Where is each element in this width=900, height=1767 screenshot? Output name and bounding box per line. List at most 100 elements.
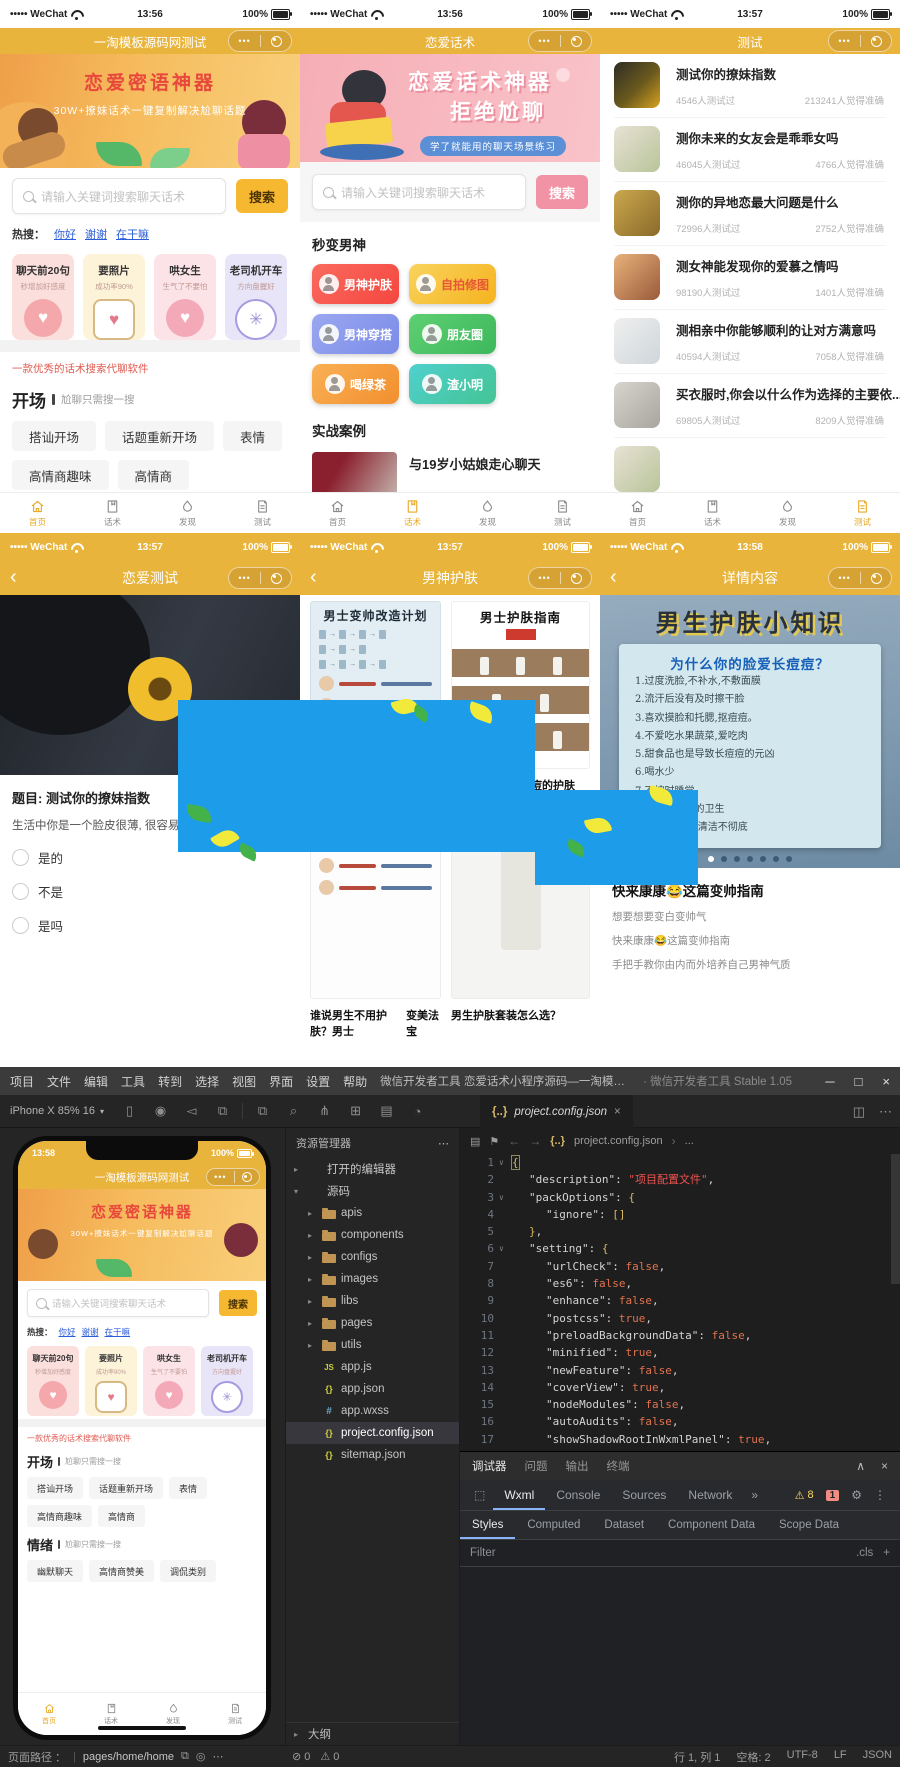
more-actions-icon[interactable]: ⋯ [879,1104,892,1120]
wechat-capsule[interactable]: ••• [828,567,892,589]
topic-button[interactable]: 高情商 [98,1505,146,1527]
tree-row[interactable]: app.json [286,1378,459,1400]
fold-icon[interactable] [499,1327,512,1344]
path-more-icon[interactable]: ⋯ [213,1750,224,1763]
tab-item[interactable]: 首页 [600,493,675,533]
simulator-screen[interactable]: 13:58 100% 一淘模板源码网测试 ••• 恋爱密语神器 30W+撩妹话术… [18,1141,266,1735]
panel-tab-output[interactable]: 输出 [566,1458,589,1474]
search-icon[interactable]: ⌕ [278,1103,309,1119]
tree-row[interactable]: ▸ utils [286,1334,459,1356]
outline-icon[interactable]: ▤ [470,1135,480,1148]
save-icon[interactable]: ▤ [371,1103,402,1119]
test-list-item[interactable]: 测相亲中你能够顺利的让对方满意吗 40594人测试过 7058人觉得准确 [614,310,886,374]
topic-button[interactable]: 高情商 [117,460,190,490]
outline-section[interactable]: ▸ 大纲 [286,1722,459,1745]
close-icon[interactable]: × [881,1459,888,1473]
radio-icon[interactable] [12,849,29,866]
collapse-icon[interactable]: ∧ [856,1459,865,1473]
tab-styles[interactable]: Styles [460,1511,515,1539]
topic-button[interactable]: 高情商赞美 [89,1560,155,1582]
category-card[interactable]: 要照片 成功率90% [83,254,145,340]
hot-keyword-link[interactable]: 谢谢 [85,226,107,242]
encoding[interactable]: UTF-8 [787,1749,818,1765]
breadcrumb-file[interactable]: project.config.json [574,1135,663,1147]
fold-icon[interactable] [499,1344,512,1361]
test-list-item[interactable]: 买衣服时,你会以什么作为选择的主要依... 69805人测试过 8209人觉得准… [614,374,900,438]
page-path-value[interactable]: pages/home/home [83,1751,174,1763]
wechat-capsule[interactable]: ••• [528,30,592,52]
category-card[interactable]: 老司机开车 方向盘握好 [201,1346,253,1416]
fold-icon[interactable] [499,1379,512,1396]
tab-item[interactable]: 测试 [204,1693,266,1735]
carousel-dot[interactable] [747,856,753,862]
huashu-banner[interactable]: 恋爱话术神器 拒绝尬聊 学了就能用的聊天场景练习 [300,54,600,162]
fold-icon[interactable]: ∨ [499,1154,512,1171]
fold-icon[interactable] [499,1310,512,1327]
fold-icon[interactable]: ∨ [499,1240,512,1257]
test-list-item[interactable]: 测你未来的女友会是乖乖女吗 46045人测试过 4766人觉得准确 [614,118,886,182]
carousel-dot[interactable] [734,856,740,862]
tree-row[interactable]: ▸ libs [286,1290,459,1312]
category-card[interactable]: 要照片 成功率90% [85,1346,137,1416]
more-tabs-icon[interactable]: » [743,1488,766,1502]
explorer-more-icon[interactable]: ⋯ [438,1137,449,1150]
tree-row[interactable]: ▸ 打开的编辑器 [286,1158,459,1180]
breadcrumb-more[interactable]: ... [685,1135,694,1147]
tab-item[interactable]: 测试 [525,493,600,533]
clipboard-icon[interactable]: ⧉ [247,1103,278,1119]
indentation[interactable]: 空格: 2 [736,1749,770,1765]
search-button[interactable]: 搜索 [219,1290,257,1316]
editor-tab[interactable]: {..} project.config.json × [480,1095,633,1128]
tab-console[interactable]: Console [545,1480,611,1510]
tab-item[interactable]: 首页 [300,493,375,533]
wechat-capsule[interactable]: ••• [828,30,892,52]
category-card[interactable]: 老司机开车 方向盘握好 [225,254,287,340]
carousel-dot[interactable] [760,856,766,862]
tab-item[interactable]: 测试 [225,493,300,533]
tab-component-data[interactable]: Component Data [656,1511,767,1539]
tab-item[interactable]: 话术 [375,493,450,533]
menu-item[interactable]: 界面 [269,1073,293,1090]
menu-item[interactable]: 文件 [47,1073,71,1090]
fold-icon[interactable] [499,1292,512,1309]
hot-keyword-link[interactable]: 在干嘛 [105,1326,131,1338]
wechat-capsule[interactable]: ••• [228,30,292,52]
topic-button[interactable]: 表情 [223,421,283,451]
search-input[interactable]: 请输入关键词搜索聊天话术 [27,1289,209,1317]
error-badge[interactable]: 1 [825,1489,840,1501]
tab-sources[interactable]: Sources [611,1480,677,1510]
fold-icon[interactable] [499,1275,512,1292]
nav-forward-icon[interactable]: → [529,1134,541,1148]
search-input[interactable]: 请输入关键词搜索聊天话术 [12,178,226,214]
language-mode[interactable]: JSON [863,1749,892,1765]
back-icon[interactable]: ‹ [10,567,17,587]
article-caption[interactable]: 谁说男生不用护肤？男士 变美法宝 [310,1007,441,1039]
menu-item[interactable]: 帮助 [343,1073,367,1090]
fold-icon[interactable] [499,1431,512,1448]
test-list-item[interactable]: 测女神能发现你的爱慕之情吗 98190人测试过 1401人觉得准确 [614,246,886,310]
tree-row[interactable]: ▸ apis [286,1202,459,1224]
problems-summary[interactable]: ⊘ 0 ⚠ 0 [292,1750,339,1763]
feature-button[interactable]: 男神护肤 [312,264,399,304]
filter-input[interactable]: Filter [470,1547,496,1559]
tree-row[interactable]: ▾ 源码 [286,1180,459,1202]
tab-item[interactable]: 话术 [675,493,750,533]
menu-item[interactable]: 视图 [232,1073,256,1090]
category-card[interactable]: 聊天前20句 秒增加好感度 [12,254,74,340]
quiz-option[interactable]: 不是 [12,882,288,901]
tab-item[interactable]: 测试 [825,493,900,533]
mute-icon[interactable]: ◅ [176,1103,207,1119]
radio-icon[interactable] [12,883,29,900]
topic-button[interactable]: 话题重新开场 [105,421,215,451]
window-layout-icon[interactable]: ⧉ [207,1103,238,1119]
tab-wxml[interactable]: Wxml [493,1480,545,1510]
maximize-button[interactable]: □ [855,1074,863,1089]
profile-icon[interactable]: ◔ [402,1104,433,1119]
panel-tab-problems[interactable]: 问题 [525,1458,548,1474]
feature-button[interactable]: 自拍修图 [409,264,496,304]
eol[interactable]: LF [834,1749,847,1765]
carousel-dot[interactable] [721,856,727,862]
simulator-icon[interactable]: ▯ [114,1103,145,1119]
editor-scrollbar[interactable] [891,1154,900,1284]
article-caption[interactable]: 男生护肤套装怎么选？ [451,1007,590,1039]
